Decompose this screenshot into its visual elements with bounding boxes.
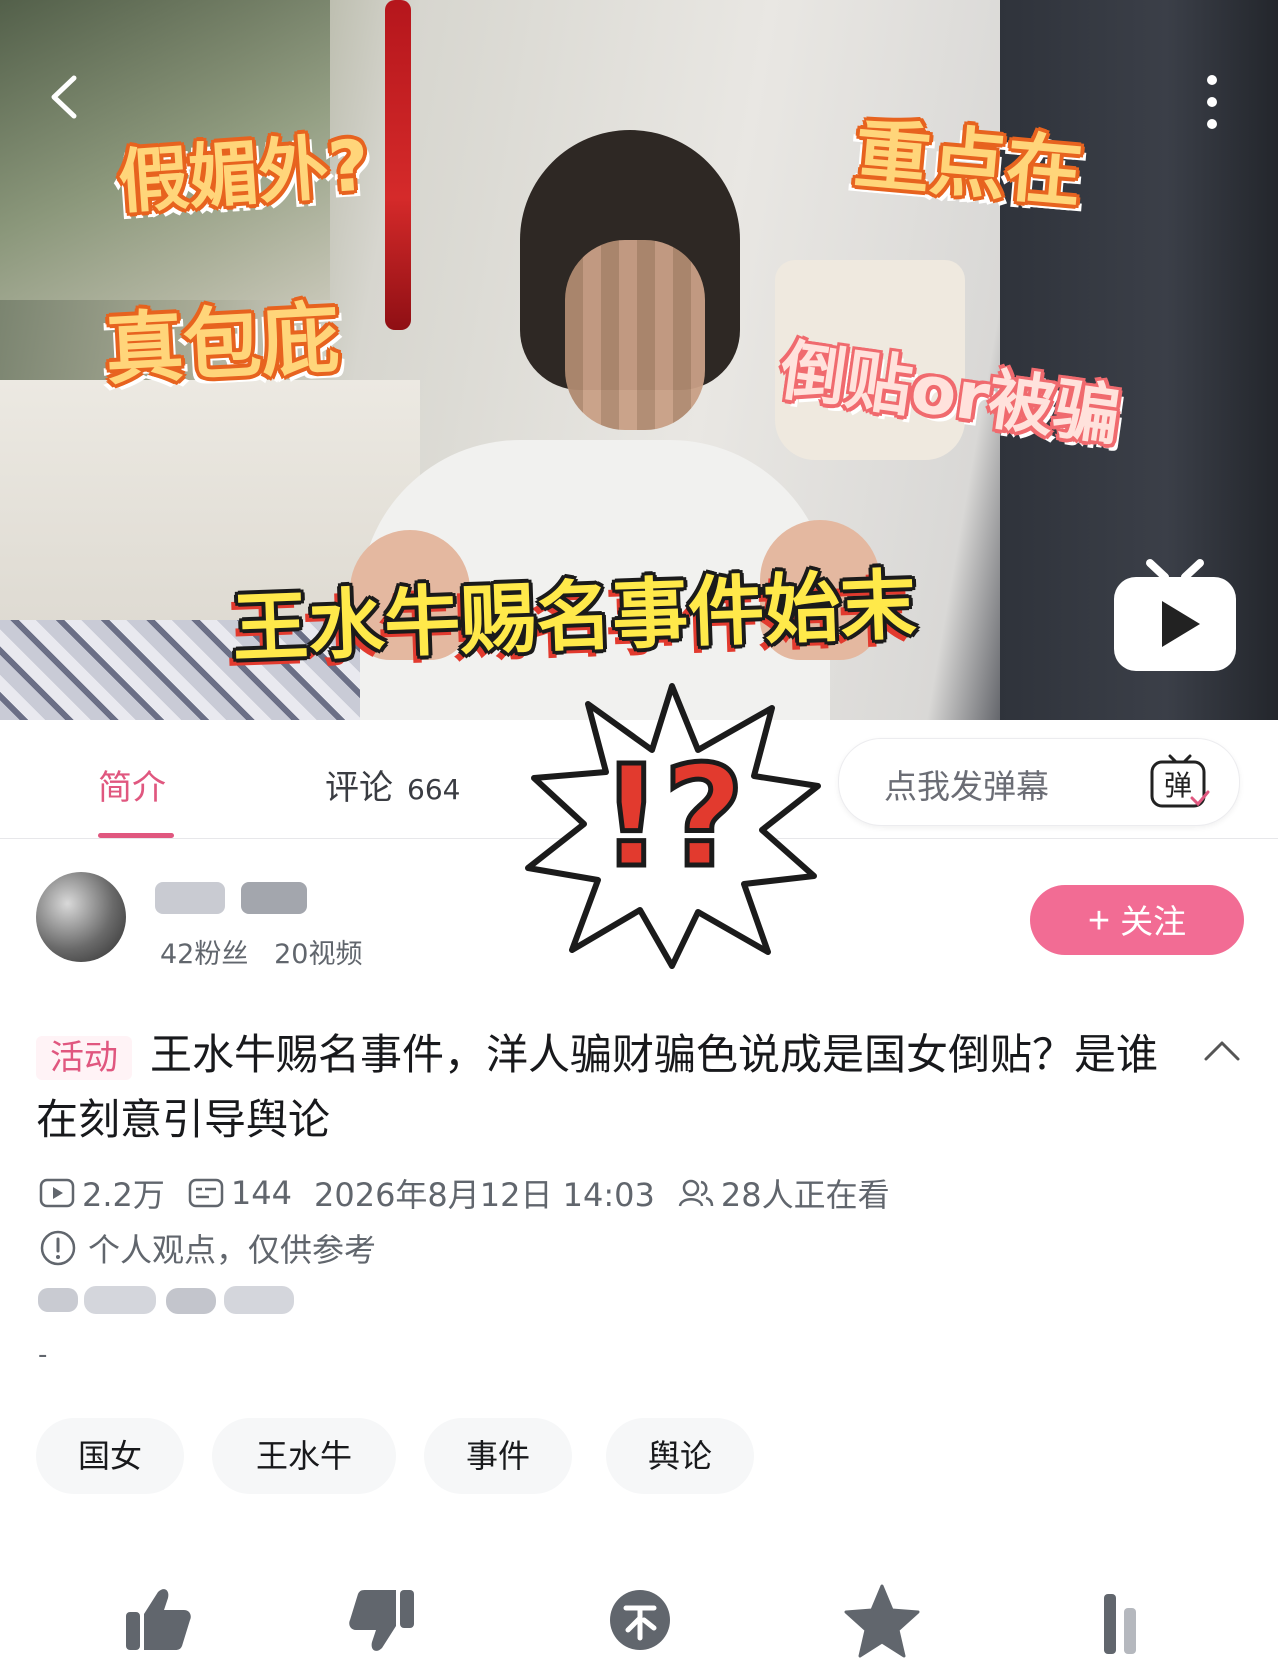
bilibili-tv-play-icon[interactable] xyxy=(1110,555,1240,675)
description-blurred xyxy=(38,1286,294,1314)
chevron-up-icon[interactable] xyxy=(1200,1035,1244,1065)
uploader-stats: 42粉丝 20视频 xyxy=(160,932,362,971)
uploader-videos: 20视频 xyxy=(274,939,363,970)
tag-chip[interactable]: 国女 xyxy=(36,1418,184,1494)
uploader-name-blurred[interactable] xyxy=(155,878,310,918)
caption-key-point: 重点在 xyxy=(850,109,1086,218)
caption-fake-fawning: 假媚外? xyxy=(115,124,372,224)
dislike-thumbs-down-icon[interactable] xyxy=(342,1580,422,1660)
like-thumbs-up-icon[interactable] xyxy=(118,1580,198,1660)
tab-active-indicator xyxy=(98,833,174,838)
follow-label: 关注 xyxy=(1120,903,1187,940)
disclaimer-text: 个人观点，仅供参考 xyxy=(88,1231,377,1269)
viewers-icon xyxy=(678,1179,714,1207)
view-count: 2.2万 xyxy=(82,1176,165,1214)
follow-button[interactable]: + 关注 xyxy=(1030,885,1244,955)
uploader-avatar[interactable] xyxy=(36,872,126,962)
info-exclamation-icon xyxy=(40,1230,76,1266)
play-count-icon xyxy=(39,1178,75,1208)
danmaku-count-icon xyxy=(188,1178,224,1208)
uploader-followers: 42粉丝 xyxy=(160,939,249,970)
video-player[interactable]: 假媚外? 真包庇 重点在 倒贴or被骗 王水牛赐名事件始末 xyxy=(0,0,1278,720)
more-vertical-icon[interactable] xyxy=(1202,72,1222,132)
tag-chip[interactable]: 事件 xyxy=(424,1418,572,1494)
disclaimer-row: 个人观点，仅供参考 xyxy=(38,1225,376,1271)
video-title: 活动 王水牛赐名事件，洋人骗财骗色说成是国女倒贴？是谁在刻意引导舆论 xyxy=(36,1024,1176,1151)
watching-count: 28人正在看 xyxy=(720,1176,890,1214)
follow-plus-icon: + xyxy=(1087,900,1111,942)
exclamation-question-sticker: !? xyxy=(525,683,821,969)
danmaku-icon-glyph: 弹 xyxy=(1164,769,1192,802)
publish-datetime: 2026年8月12日 14:03 xyxy=(313,1176,655,1214)
tab-intro[interactable]: 简介 xyxy=(98,760,166,809)
caption-real-shielding: 真包庇 xyxy=(103,293,342,397)
favorite-star-icon[interactable] xyxy=(842,1580,922,1660)
tag-chip[interactable]: 舆论 xyxy=(606,1418,754,1494)
tab-comments[interactable]: 评论 664 xyxy=(325,760,460,809)
video-pixelated-face xyxy=(565,240,705,430)
video-title-text: 王水牛赐名事件，洋人骗财骗色说成是国女倒贴？是谁在刻意引导舆论 xyxy=(36,1030,1159,1144)
tag-chip[interactable]: 王水牛 xyxy=(212,1418,396,1494)
sticker-text: !? xyxy=(599,736,744,899)
tab-comments-label: 评论 xyxy=(325,768,393,808)
activity-badge[interactable]: 活动 xyxy=(36,1036,132,1080)
danmaku-toggle-icon[interactable]: 弹 xyxy=(1148,752,1212,812)
share-icon[interactable] xyxy=(1080,1580,1160,1660)
back-arrow-icon[interactable] xyxy=(40,72,90,122)
video-scene-lantern xyxy=(385,0,411,330)
video-meta-row: 2.2万 144 2026年8月12日 14:03 28人正在看 xyxy=(38,1170,912,1216)
coin-icon[interactable] xyxy=(600,1580,680,1660)
danmaku-count: 144 xyxy=(230,1174,292,1212)
tab-comments-count: 664 xyxy=(407,773,461,806)
danmaku-placeholder: 点我发弹幕 xyxy=(884,767,1049,806)
description-dash: - xyxy=(38,1340,48,1370)
